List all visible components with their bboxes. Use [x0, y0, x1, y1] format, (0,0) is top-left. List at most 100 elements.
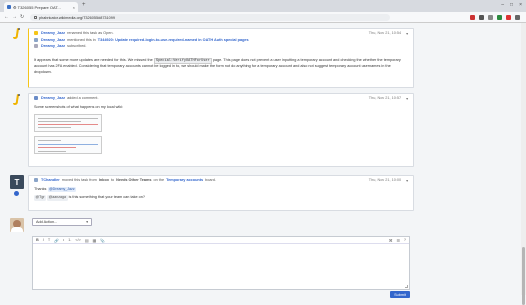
- close-tab-icon[interactable]: ×: [73, 5, 75, 10]
- task-link[interactable]: T344920: Update required-login-to-use-re…: [98, 38, 249, 42]
- help-icon[interactable]: ?: [404, 238, 406, 243]
- link-button[interactable]: 🔗: [54, 238, 59, 243]
- browser-tab[interactable]: ⚙ T326055 Prepare OAT... ×: [4, 2, 78, 12]
- table-button[interactable]: ▤: [85, 238, 89, 243]
- event-action: renamed this task as Open.: [67, 31, 114, 35]
- user-link[interactable]: Dreamy_Jazz: [41, 31, 65, 35]
- chevron-down-icon: ▾: [86, 220, 88, 224]
- comment-composer: Add Action... ▾ B I T 🔗 • 1. </> ▤ ▦ 📎 ⌘…: [28, 214, 414, 298]
- menu-icon[interactable]: [515, 15, 520, 20]
- event-time[interactable]: Thu, Nov 21, 10:54: [369, 31, 401, 35]
- user-link[interactable]: Dreamy_Jazz: [41, 38, 65, 42]
- scrollbar-thumb[interactable]: [522, 247, 525, 305]
- italic-button[interactable]: I: [43, 238, 44, 242]
- event-action: added a comment.: [67, 96, 99, 100]
- add-action-select[interactable]: Add Action... ▾: [32, 218, 92, 226]
- event-subheader: Dreamy_Jazz subscribed.: [29, 43, 413, 49]
- comment-body: Thanks @Dreamy_Jazz @Tgr @aanzaga is thi…: [29, 184, 413, 204]
- comment-text: It appears that some more updates are ne…: [34, 58, 153, 62]
- back-icon[interactable]: ←: [4, 14, 9, 20]
- extension-icon[interactable]: [479, 15, 484, 20]
- bullet-list-button[interactable]: •: [63, 238, 64, 242]
- screenshot-thumbnail[interactable]: [34, 114, 102, 133]
- board-link[interactable]: Temporary accounts: [166, 178, 203, 182]
- new-tab-button[interactable]: +: [82, 2, 86, 8]
- event-action: subscribed.: [67, 44, 87, 48]
- event-action: moved this task from: [61, 178, 97, 182]
- resize-handle[interactable]: [405, 285, 408, 288]
- event-action: board.: [205, 178, 216, 182]
- bold-button[interactable]: B: [36, 238, 39, 242]
- chevron-down-icon[interactable]: ▾: [406, 96, 408, 101]
- extension-icon[interactable]: [488, 15, 493, 20]
- user-mention[interactable]: @Dreamy_Jazz: [47, 187, 77, 193]
- event-panel-1: Dreamy_Jazz renamed this task as Open. T…: [28, 28, 414, 88]
- address-toolbar: ← → ↻ phabricator.wikimedia.org/T326055#…: [0, 12, 526, 23]
- user-link[interactable]: Dreamy_Jazz: [41, 44, 65, 48]
- tab-title: ⚙ T326055 Prepare OAT...: [13, 4, 61, 10]
- chevron-down-icon[interactable]: ▾: [406, 178, 408, 183]
- page-scrollbar[interactable]: [521, 23, 526, 305]
- user-mention[interactable]: @aanzaga: [47, 195, 68, 201]
- forward-icon[interactable]: →: [12, 14, 17, 20]
- badge-icon: [14, 191, 19, 196]
- extension-icon[interactable]: [470, 15, 475, 20]
- code-button[interactable]: </>: [75, 238, 81, 242]
- event-action: mentioned this in: [67, 38, 96, 42]
- status-icon: [34, 31, 38, 35]
- minimize-icon[interactable]: –: [501, 2, 504, 8]
- event-action: on the: [153, 178, 165, 182]
- avatar-sax-icon[interactable]: [10, 93, 24, 107]
- fullscreen-button[interactable]: ⌘: [389, 238, 393, 243]
- comment-icon: [34, 96, 38, 100]
- comment-text: is this something that your team can tak…: [68, 195, 146, 200]
- comment-body: Some screenshots of what happens on my l…: [29, 102, 413, 157]
- user-link[interactable]: Dreamy_Jazz: [41, 96, 65, 100]
- event-time[interactable]: Thu, Nov 21, 10:57: [369, 96, 401, 100]
- user-link[interactable]: TChandler: [41, 178, 60, 182]
- event-action: to: [110, 178, 115, 182]
- attach-file-button[interactable]: 📎: [100, 238, 105, 243]
- extension-icon[interactable]: [506, 15, 511, 20]
- move-icon: [34, 178, 38, 182]
- reload-icon[interactable]: ↻: [20, 14, 24, 20]
- comment-editor[interactable]: B I T 🔗 • 1. </> ▤ ▦ 📎 ⌘ ☰ ?: [32, 236, 410, 290]
- comment-text: Some screenshots of what happens on my l…: [34, 105, 124, 109]
- event-header: Dreamy_Jazz added a comment. Thu, Nov 21…: [29, 94, 413, 102]
- avatar[interactable]: [10, 218, 24, 232]
- screenshot-thumbnail[interactable]: [34, 136, 102, 155]
- editor-toolbar: B I T 🔗 • 1. </> ▤ ▦ 📎 ⌘ ☰ ?: [33, 237, 409, 244]
- close-window-icon[interactable]: ×: [519, 2, 522, 8]
- preview-button[interactable]: ☰: [396, 238, 399, 243]
- browser-tab-strip: ⚙ T326055 Prepare OAT... × + – □ ×: [0, 0, 526, 12]
- address-bar[interactable]: phabricator.wikimedia.org/T326055#873109…: [30, 14, 390, 21]
- event-header: Dreamy_Jazz renamed this task as Open. T…: [29, 29, 413, 37]
- comment-body: It appears that some more updates are ne…: [29, 55, 413, 78]
- numbered-list-button[interactable]: 1.: [68, 238, 71, 242]
- event-header: TChandler moved this task from Inbox to …: [29, 176, 413, 184]
- event-panel-3: TChandler moved this task from Inbox to …: [28, 175, 414, 211]
- avatar-sax-icon[interactable]: [10, 27, 24, 41]
- subscribe-icon: [34, 44, 38, 48]
- avatar[interactable]: T: [10, 175, 24, 189]
- column-from: Inbox: [98, 178, 109, 182]
- maximize-icon[interactable]: □: [510, 2, 513, 8]
- window-controls: – □ ×: [501, 2, 522, 8]
- mention-icon: [34, 38, 38, 42]
- monospace-button[interactable]: T: [48, 238, 50, 242]
- lock-icon: [34, 16, 37, 19]
- image-button[interactable]: ▦: [92, 238, 96, 243]
- event-panel-2: Dreamy_Jazz added a comment. Thu, Nov 21…: [28, 93, 414, 167]
- inline-code: Special:VerifyOATHForUser: [153, 58, 212, 64]
- comment-text: Thanks: [34, 187, 47, 191]
- extension-icons: [470, 15, 520, 20]
- editor-toolbar-right: ⌘ ☰ ?: [389, 238, 406, 243]
- add-action-label: Add Action...: [36, 220, 58, 224]
- url-text: phabricator.wikimedia.org/T326055#873109…: [39, 15, 115, 20]
- user-mention[interactable]: @Tgr: [34, 195, 47, 201]
- event-time[interactable]: Thu, Nov 21, 10:00: [369, 178, 401, 182]
- column-to: Needs Other Teams: [116, 178, 152, 182]
- favicon-icon: [7, 5, 11, 9]
- chevron-down-icon[interactable]: ▾: [406, 31, 408, 36]
- extension-icon[interactable]: [497, 15, 502, 20]
